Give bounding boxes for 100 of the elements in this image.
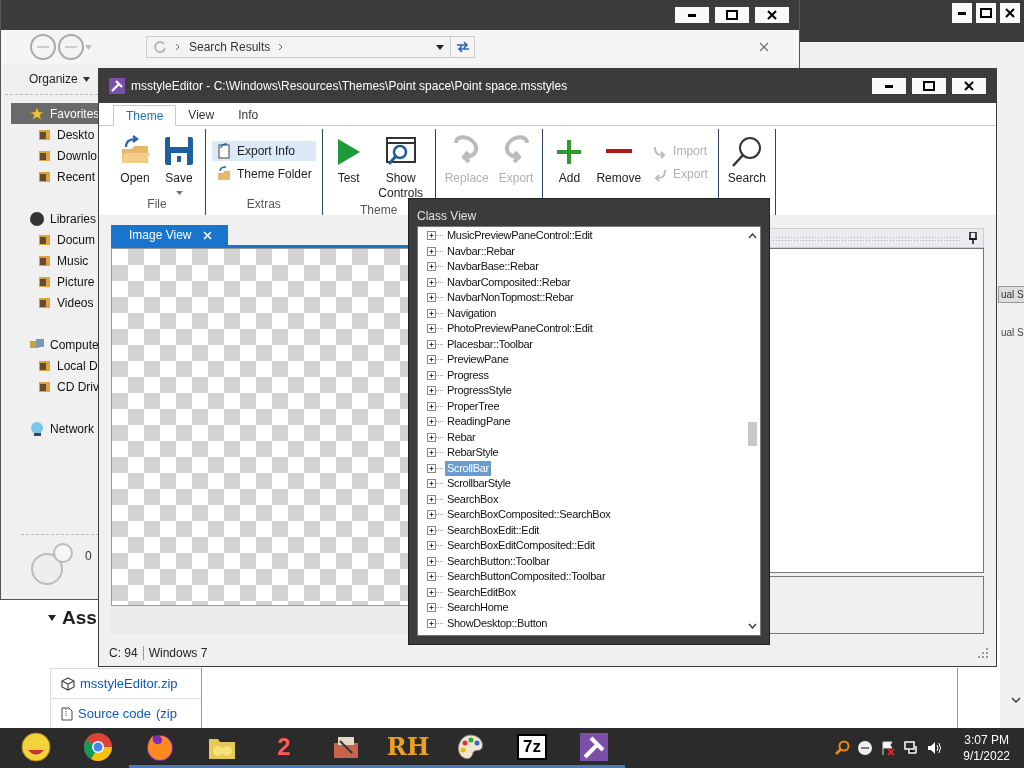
close-icon[interactable] xyxy=(759,42,769,52)
expand-icon[interactable] xyxy=(427,571,445,583)
navigate-button[interactable] xyxy=(451,36,475,58)
close-button[interactable] xyxy=(755,7,789,23)
maximize-button[interactable] xyxy=(912,78,946,94)
volume-icon[interactable] xyxy=(926,740,943,756)
tree-item[interactable]: NavbarBase::Rebar xyxy=(445,259,541,275)
tree-item[interactable]: ProgressStyle xyxy=(445,383,514,399)
expand-icon[interactable] xyxy=(427,509,445,521)
nav-item[interactable]: Libraries xyxy=(11,208,99,229)
expand-icon[interactable] xyxy=(427,431,445,443)
tree-item[interactable]: SearchBoxEditComposited::Edit xyxy=(445,538,597,554)
dropdown-arrow-icon[interactable] xyxy=(436,44,444,50)
ribbon-button[interactable]: Save xyxy=(159,133,199,197)
minimize-button[interactable] xyxy=(675,7,709,23)
nav-item[interactable]: Deskto xyxy=(11,124,99,145)
pin-icon[interactable] xyxy=(969,232,977,244)
nav-item[interactable]: Favorites xyxy=(11,103,99,124)
expand-icon[interactable] xyxy=(427,307,445,319)
ribbon-button[interactable]: Theme Folder xyxy=(212,164,316,184)
nav-item[interactable]: CD Driv xyxy=(11,376,99,397)
flag-icon[interactable] xyxy=(880,740,897,756)
tree-item[interactable]: MusicPreviewPaneControl::Edit xyxy=(445,228,595,244)
ribbon-tab[interactable]: Info xyxy=(226,104,271,125)
tree-item[interactable]: Progress xyxy=(445,367,491,383)
tree-item[interactable]: SearchBoxEdit::Edit xyxy=(445,522,542,538)
ribbon-button[interactable]: Open xyxy=(115,133,155,188)
expand-icon[interactable] xyxy=(427,478,445,490)
tree-item[interactable]: ReadingPane xyxy=(445,414,513,430)
tree-item[interactable]: SearchEditBox xyxy=(445,584,518,600)
tree-item[interactable]: ShowDesktop::Button xyxy=(445,615,550,631)
download-link[interactable]: msstyleEditor.zip xyxy=(80,676,178,691)
tree-item[interactable]: SearchBoxComposited::SearchBox xyxy=(445,507,613,523)
nav-item[interactable]: Recent xyxy=(11,166,99,187)
expand-icon[interactable] xyxy=(427,400,445,412)
ribbon-tab[interactable]: Theme xyxy=(113,105,177,126)
tree-item[interactable]: Navbar::Rebar xyxy=(445,243,517,259)
document-tab[interactable]: Image View xyxy=(111,225,228,245)
tree-item[interactable]: Rebar xyxy=(445,429,478,445)
maximize-button[interactable] xyxy=(976,3,996,23)
expand-icon[interactable] xyxy=(427,586,445,598)
expand-icon[interactable] xyxy=(427,230,445,242)
expand-icon[interactable] xyxy=(427,617,445,629)
expand-icon[interactable] xyxy=(427,338,445,350)
expand-icon[interactable] xyxy=(427,493,445,505)
tree-item[interactable]: PhotoPreviewPaneControl::Edit xyxy=(445,321,595,337)
expand-icon[interactable] xyxy=(427,323,445,335)
expand-icon[interactable] xyxy=(427,555,445,567)
close-button[interactable] xyxy=(952,78,986,94)
tree-item[interactable]: Placesbar::Toolbar xyxy=(445,336,535,352)
tree-item[interactable]: SearchButtonComposited::Toolbar xyxy=(445,569,608,585)
expand-icon[interactable] xyxy=(427,369,445,381)
tree-item[interactable]: ProperTree xyxy=(445,398,502,414)
breadcrumb[interactable]: Search Results xyxy=(189,40,271,54)
nav-item[interactable]: Picture xyxy=(11,271,99,292)
taskbar-app-button[interactable]: 7z xyxy=(501,728,563,768)
expand-icon[interactable] xyxy=(427,385,445,397)
scroll-thumb[interactable] xyxy=(747,422,757,446)
organize-menu[interactable]: Organize xyxy=(29,72,90,86)
nav-item[interactable]: Videos xyxy=(11,292,99,313)
nav-item[interactable]: Compute xyxy=(11,334,99,355)
expand-icon[interactable] xyxy=(427,540,445,552)
expand-icon[interactable] xyxy=(427,261,445,273)
ribbon-button[interactable]: Search xyxy=(724,133,769,188)
ribbon-button[interactable]: Export Info xyxy=(212,141,316,161)
tree-item[interactable]: SearchHome xyxy=(445,600,511,616)
clock[interactable]: 3:07 PM 9/1/2022 xyxy=(963,732,1010,764)
scroll-up-icon[interactable] xyxy=(747,233,757,239)
close-button[interactable] xyxy=(1000,3,1020,23)
nav-item[interactable]: Music xyxy=(11,250,99,271)
nav-item[interactable]: Network xyxy=(11,418,99,439)
expand-icon[interactable] xyxy=(427,602,445,614)
resize-grip-icon[interactable] xyxy=(978,648,988,658)
expand-icon[interactable] xyxy=(427,524,445,536)
tree-item[interactable]: PreviewPane xyxy=(445,352,511,368)
expand-icon[interactable] xyxy=(427,416,445,428)
search-icon[interactable] xyxy=(834,740,851,756)
tree-item[interactable]: Navigation xyxy=(445,305,498,321)
expand-icon[interactable] xyxy=(427,462,445,474)
minimize-button[interactable] xyxy=(872,78,906,94)
scroll-down-icon[interactable] xyxy=(747,623,757,629)
taskbar-app-button[interactable]: 2 xyxy=(253,728,315,768)
expand-icon[interactable] xyxy=(427,447,445,459)
download-link[interactable]: Source code xyxy=(78,706,151,721)
nav-item[interactable]: Downlo xyxy=(11,145,99,166)
tree-item[interactable]: ScrollbarStyle xyxy=(445,476,513,492)
tree-item[interactable]: SearchBox xyxy=(445,491,501,507)
maximize-button[interactable] xyxy=(715,7,749,23)
nav-item[interactable]: Local D xyxy=(11,355,99,376)
tree-item[interactable]: NavbarNonTopmost::Rebar xyxy=(445,290,576,306)
ribbon-tab[interactable]: View xyxy=(176,104,227,125)
taskbar-app-button[interactable]: RH xyxy=(377,728,439,768)
tree-item[interactable]: NavbarComposited::Rebar xyxy=(445,274,573,290)
expand-icon[interactable] xyxy=(427,292,445,304)
nav-item[interactable]: Docum xyxy=(11,229,99,250)
network-icon[interactable] xyxy=(903,740,920,756)
expand-icon[interactable] xyxy=(427,276,445,288)
ribbon-button[interactable]: Test xyxy=(328,133,369,188)
expand-icon[interactable] xyxy=(427,354,445,366)
tree-item[interactable]: RebarStyle xyxy=(445,445,501,461)
